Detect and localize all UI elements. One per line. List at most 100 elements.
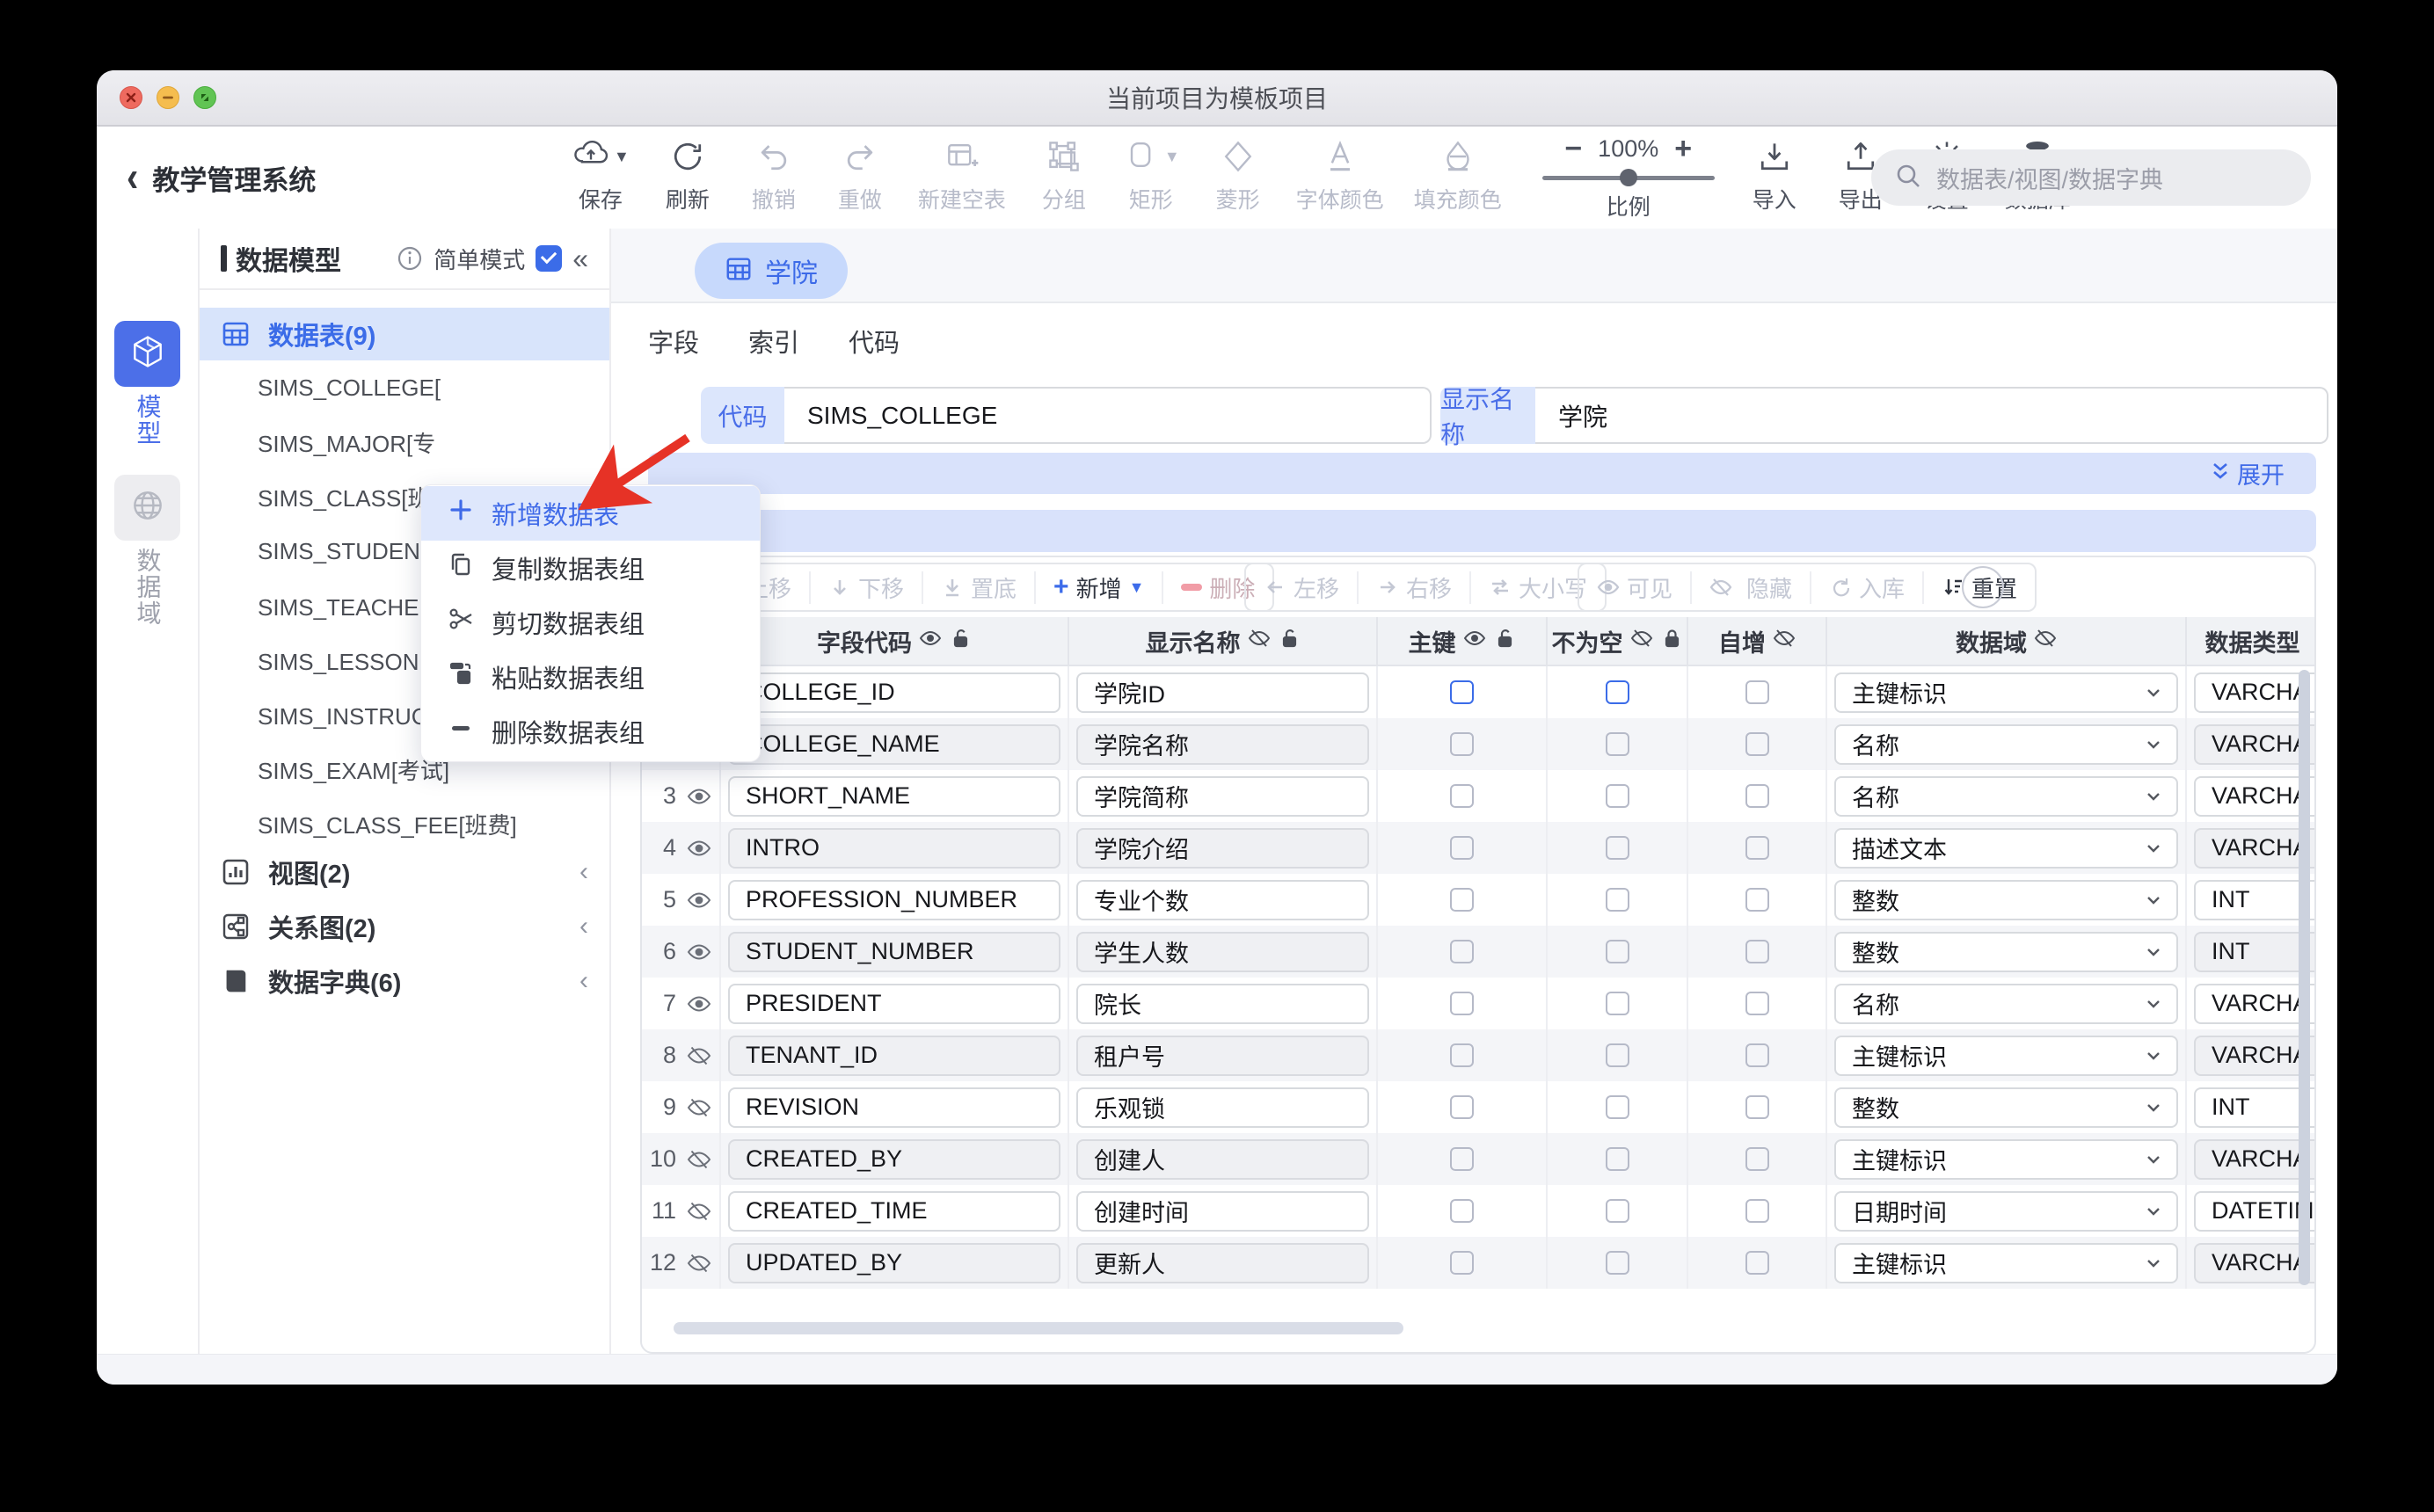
fill-color-button[interactable]: 填充颜色: [1414, 134, 1502, 214]
display-name-input[interactable]: 创建时间: [1076, 1191, 1369, 1232]
primary-key-checkbox[interactable]: [1450, 1095, 1474, 1119]
search-input[interactable]: 数据表/视图/数据字典: [1871, 149, 2311, 206]
primary-key-checkbox[interactable]: [1450, 680, 1474, 704]
eye-slash-icon[interactable]: [687, 1199, 711, 1224]
not-null-checkbox[interactable]: [1606, 836, 1629, 860]
auto-increment-checkbox[interactable]: [1745, 940, 1769, 963]
set-hidden-button[interactable]: 隐藏: [1690, 571, 1810, 604]
primary-key-checkbox[interactable]: [1450, 1199, 1474, 1223]
tab-college[interactable]: 学院: [695, 243, 848, 299]
expand-bar[interactable]: 展开: [648, 453, 2316, 494]
display-name-input[interactable]: 院长: [1076, 984, 1369, 1024]
move-right-button[interactable]: 右移: [1357, 571, 1469, 604]
menu-item-copy-group[interactable]: 复制数据表组: [421, 541, 760, 595]
not-null-checkbox[interactable]: [1606, 992, 1629, 1015]
eye-icon[interactable]: [687, 888, 711, 912]
primary-key-checkbox[interactable]: [1450, 1043, 1474, 1067]
refresh-button[interactable]: 刷新: [660, 134, 716, 214]
sidebar-group-relations[interactable]: 关系图(2) ‹: [200, 900, 609, 953]
menu-item-cut-group[interactable]: 剪切数据表组: [421, 595, 760, 650]
not-null-checkbox[interactable]: [1606, 784, 1629, 808]
eye-icon[interactable]: [687, 836, 711, 861]
horizontal-scrollbar[interactable]: [674, 1322, 1403, 1334]
sidebar-group-tables[interactable]: 数据表(9): [200, 308, 609, 360]
zoom-out-button[interactable]: −: [1564, 134, 1582, 164]
data-domain-select[interactable]: 描述文本: [1834, 828, 2178, 869]
display-name-input[interactable]: 专业个数: [1076, 880, 1369, 920]
field-code-input[interactable]: UPDATED_BY: [728, 1243, 1060, 1283]
display-name-input[interactable]: 学院介绍: [1076, 828, 1369, 869]
auto-increment-checkbox[interactable]: [1745, 732, 1769, 756]
display-name-input[interactable]: 学院简称: [1076, 776, 1369, 817]
not-null-checkbox[interactable]: [1606, 1043, 1629, 1067]
sidebar-table-item[interactable]: SIMS_MAJOR[专: [200, 415, 609, 469]
chevron-left-icon[interactable]: ‹: [579, 912, 588, 941]
field-code-input[interactable]: CREATED_BY: [728, 1139, 1060, 1180]
lock-open-icon[interactable]: [1493, 627, 1516, 656]
tab-fields[interactable]: 字段: [648, 323, 699, 360]
rectangle-button[interactable]: ▼ 矩形: [1122, 134, 1180, 214]
eye-slash-icon[interactable]: [687, 1043, 711, 1068]
eye-slash-icon[interactable]: [687, 1147, 711, 1172]
eye-slash-icon[interactable]: [1773, 627, 1796, 656]
display-name-input[interactable]: 更新人: [1076, 1243, 1369, 1283]
primary-key-checkbox[interactable]: [1450, 940, 1474, 963]
sidebar-table-item[interactable]: SIMS_CLASS_FEE[班费]: [200, 796, 609, 851]
data-domain-select[interactable]: 整数: [1834, 1087, 2178, 1128]
display-name-input[interactable]: 租户号: [1076, 1036, 1369, 1076]
auto-increment-checkbox[interactable]: [1745, 888, 1769, 912]
display-name-input[interactable]: 学院: [1535, 387, 2328, 444]
rail-item-model[interactable]: 模型: [114, 321, 180, 447]
auto-increment-checkbox[interactable]: [1745, 1147, 1769, 1171]
primary-key-checkbox[interactable]: [1450, 732, 1474, 756]
not-null-checkbox[interactable]: [1606, 1199, 1629, 1223]
display-name-input[interactable]: 学院ID: [1076, 672, 1369, 713]
group-button[interactable]: 分组: [1036, 134, 1092, 214]
eye-slash-icon[interactable]: [1248, 627, 1271, 656]
auto-increment-checkbox[interactable]: [1745, 992, 1769, 1015]
menu-item-delete-group[interactable]: 删除数据表组: [421, 704, 760, 759]
back-button[interactable]: ‹ 教学管理系统: [127, 127, 316, 229]
add-field-button[interactable]: + 新增 ▼: [1034, 571, 1162, 604]
field-code-input[interactable]: STUDENT_NUMBER: [728, 932, 1060, 972]
field-code-input[interactable]: REVISION: [728, 1087, 1060, 1128]
auto-increment-checkbox[interactable]: [1745, 784, 1769, 808]
zoom-in-button[interactable]: +: [1674, 134, 1692, 164]
redo-button[interactable]: 重做: [832, 134, 888, 214]
tab-code[interactable]: 代码: [849, 323, 900, 360]
display-name-input[interactable]: 学生人数: [1076, 932, 1369, 972]
sidebar-group-views[interactable]: 视图(2) ‹: [200, 846, 609, 898]
eye-icon[interactable]: [687, 940, 711, 964]
field-code-input[interactable]: COLLEGE_ID: [728, 672, 1060, 713]
font-color-button[interactable]: 字体颜色: [1296, 134, 1384, 214]
new-empty-table-button[interactable]: 新建空表: [918, 134, 1006, 214]
auto-increment-checkbox[interactable]: [1745, 836, 1769, 860]
not-null-checkbox[interactable]: [1606, 732, 1629, 756]
eye-slash-icon[interactable]: [687, 1251, 711, 1276]
data-domain-select[interactable]: 整数: [1834, 932, 2178, 972]
primary-key-checkbox[interactable]: [1450, 992, 1474, 1015]
primary-key-checkbox[interactable]: [1450, 784, 1474, 808]
not-null-checkbox[interactable]: [1606, 940, 1629, 963]
chevron-left-icon[interactable]: ‹: [579, 857, 588, 887]
not-null-checkbox[interactable]: [1606, 680, 1629, 704]
lock-icon[interactable]: [1660, 627, 1683, 656]
field-code-input[interactable]: SHORT_NAME: [728, 776, 1060, 817]
collapse-sidebar-button[interactable]: «: [572, 243, 588, 275]
set-visible-button[interactable]: 可见: [1579, 571, 1690, 604]
auto-increment-checkbox[interactable]: [1745, 1043, 1769, 1067]
move-to-bottom-button[interactable]: 置底: [922, 571, 1034, 604]
lock-open-icon[interactable]: [949, 627, 972, 656]
import-button[interactable]: 导入: [1746, 134, 1803, 214]
eye-icon[interactable]: [687, 992, 711, 1016]
eye-slash-icon[interactable]: [2034, 627, 2057, 656]
info-button[interactable]: i: [1962, 566, 2004, 608]
not-null-checkbox[interactable]: [1606, 1095, 1629, 1119]
eye-slash-icon[interactable]: [1630, 627, 1653, 656]
data-domain-select[interactable]: 名称: [1834, 776, 2178, 817]
rail-item-data-domain[interactable]: 数据域: [114, 475, 180, 627]
display-name-input[interactable]: 创建人: [1076, 1139, 1369, 1180]
field-code-input[interactable]: PROFESSION_NUMBER: [728, 880, 1060, 920]
store-to-library-button[interactable]: 入库: [1810, 571, 1922, 604]
eye-slash-icon[interactable]: [687, 1095, 711, 1120]
